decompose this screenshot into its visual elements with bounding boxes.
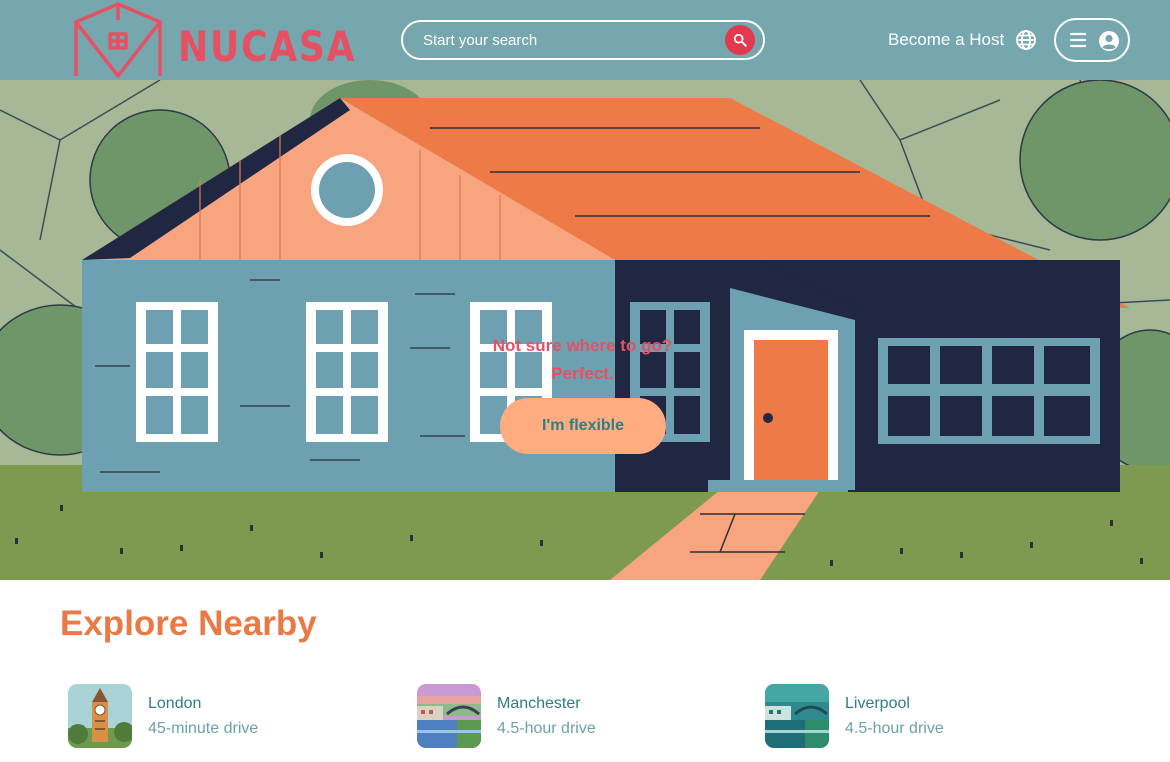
brand-logo[interactable]: NUCASA (72, 2, 355, 78)
drive-time: 45-minute drive (148, 720, 259, 737)
liverpool-thumbnail (765, 684, 829, 748)
hero-tagline: Not sure where to go? Perfect. (440, 332, 725, 388)
im-flexible-button[interactable]: I'm flexible (500, 398, 666, 454)
globe-icon[interactable] (1015, 29, 1037, 51)
search-button[interactable] (725, 25, 755, 55)
drive-time: 4.5-hour drive (497, 720, 596, 737)
search-input[interactable] (423, 25, 713, 55)
become-host-link[interactable]: Become a Host (888, 30, 1004, 50)
nearby-item-london[interactable]: London 45-minute drive (68, 684, 258, 748)
london-thumbnail (68, 684, 132, 748)
nearby-item-liverpool[interactable]: Liverpool 4.5-hour drive (765, 684, 944, 748)
hero-banner: Not sure where to go? Perfect. I'm flexi… (0, 80, 1170, 580)
city-name: Liverpool (845, 695, 910, 712)
hamburger-icon (1069, 32, 1087, 48)
user-circle-icon (1099, 31, 1119, 51)
manchester-thumbnail (417, 684, 481, 748)
waterfront-image (765, 684, 829, 748)
hero-line-1: Not sure where to go? (492, 336, 673, 355)
search-bar[interactable] (401, 20, 765, 60)
top-navbar: NUCASA Become a Host (0, 0, 1170, 80)
explore-nearby-heading: Explore Nearby (60, 604, 317, 643)
city-name: Manchester (497, 695, 581, 712)
city-name: London (148, 695, 202, 712)
big-ben-image (68, 684, 132, 748)
house-illustration (0, 80, 1170, 580)
search-icon (733, 33, 747, 47)
canal-bridge-image (417, 684, 481, 748)
drive-time: 4.5-hour drive (845, 720, 944, 737)
nearby-item-manchester[interactable]: Manchester 4.5-hour drive (417, 684, 596, 748)
brand-name: NUCASA (178, 22, 357, 71)
hero-line-2: Perfect. (551, 364, 614, 383)
user-menu-button[interactable] (1054, 18, 1130, 62)
